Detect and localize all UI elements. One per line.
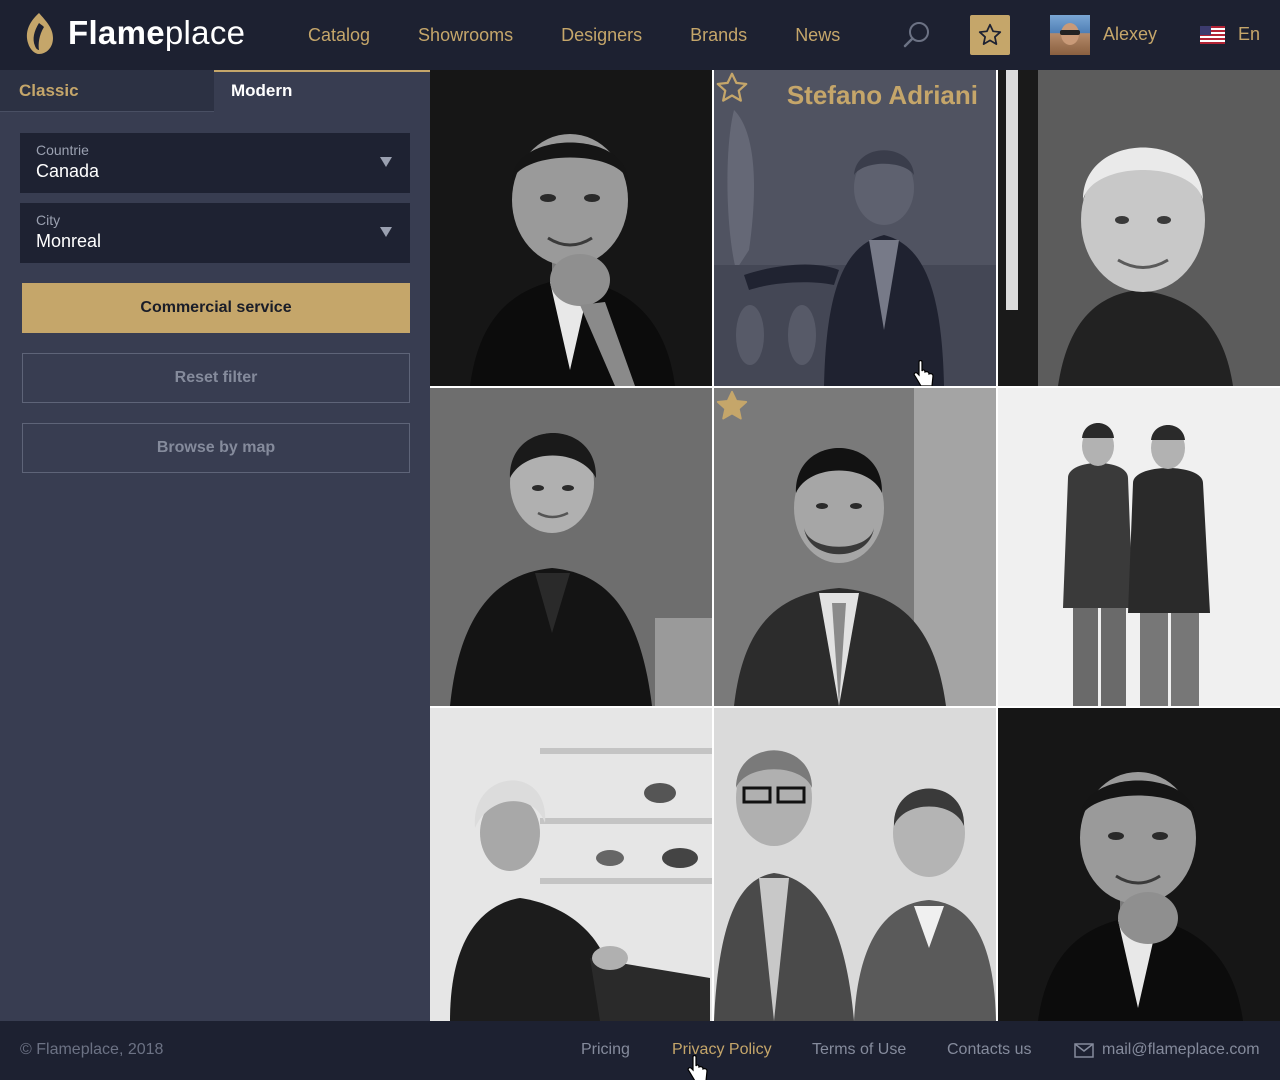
mail-icon: [1074, 1042, 1094, 1058]
footer-email-label: mail@flameplace.com: [1102, 1041, 1260, 1058]
country-select-label: Countrie: [36, 142, 89, 158]
designer-card[interactable]: [430, 70, 712, 386]
designer-card[interactable]: [714, 388, 996, 706]
reset-filter-button[interactable]: Reset filter: [22, 353, 410, 403]
star-outline-icon[interactable]: [714, 70, 750, 106]
city-select-label: City: [36, 212, 61, 228]
commercial-service-button[interactable]: Commercial service: [22, 283, 410, 333]
nav-catalog[interactable]: Catalog: [308, 24, 370, 46]
avatar[interactable]: [1050, 15, 1090, 55]
logo-text: Flameplace: [68, 14, 245, 52]
hover-overlay: [714, 70, 996, 386]
nav-designers[interactable]: Designers: [561, 24, 642, 46]
favorites-button[interactable]: [970, 15, 1010, 55]
hand-cursor-icon: [913, 360, 934, 386]
designer-photo: [714, 388, 996, 706]
designer-photo: [430, 388, 712, 706]
avatar-glasses: [1060, 30, 1080, 35]
logo-text-bold: Flame: [68, 14, 165, 51]
search-icon[interactable]: [902, 20, 932, 50]
nav-news[interactable]: News: [795, 24, 840, 46]
designer-name: Stefano Adriani: [786, 80, 978, 110]
user-name[interactable]: Alexey: [1103, 24, 1157, 45]
top-header: Flameplace Catalog Showrooms Designers B…: [0, 0, 1280, 70]
tab-modern-label: Modern: [231, 81, 293, 100]
designer-card[interactable]: [430, 388, 712, 706]
designer-grid: Stefano Adriani: [430, 70, 1280, 1021]
us-flag-icon: [1200, 25, 1225, 44]
logo-text-light: place: [164, 14, 246, 51]
city-select[interactable]: City Monreal: [20, 203, 410, 263]
designer-card[interactable]: [714, 708, 996, 1021]
country-select[interactable]: Countrie Canada: [20, 133, 410, 193]
hand-cursor-icon: [687, 1055, 708, 1080]
footer-email[interactable]: mail@flameplace.com: [1074, 1041, 1260, 1059]
logo[interactable]: Flameplace: [22, 10, 245, 56]
designer-photo: [998, 388, 1280, 706]
designer-photo: [998, 708, 1280, 1021]
filter-sidebar: Classic Modern Countrie Canada City Monr…: [0, 70, 430, 1021]
designer-card[interactable]: [998, 388, 1280, 706]
footer-link-pricing[interactable]: Pricing: [581, 1041, 630, 1059]
tab-classic[interactable]: Classic: [0, 70, 214, 112]
designer-photo: [714, 708, 996, 1021]
site-footer: © Flameplace, 2018 Pricing Privacy Polic…: [0, 1021, 1280, 1080]
flame-logo-icon: [26, 13, 53, 54]
copyright: © Flameplace, 2018: [20, 1041, 164, 1058]
tab-classic-label: Classic: [19, 81, 79, 100]
chevron-down-icon: [380, 157, 392, 167]
star-icon: [978, 23, 1002, 45]
language-switcher[interactable]: En: [1200, 24, 1260, 45]
footer-link-terms[interactable]: Terms of Use: [812, 1041, 906, 1059]
designer-card[interactable]: [430, 708, 712, 1021]
city-select-value: Monreal: [36, 231, 102, 251]
tab-modern[interactable]: Modern: [214, 70, 430, 112]
designer-card[interactable]: [998, 708, 1280, 1021]
designer-photo: [998, 70, 1280, 386]
browse-by-map-button[interactable]: Browse by map: [22, 423, 410, 473]
language-label: En: [1238, 24, 1261, 44]
designer-photo: [430, 70, 712, 386]
nav-showrooms[interactable]: Showrooms: [418, 24, 513, 46]
designer-photo: [430, 708, 712, 1021]
nav-brands[interactable]: Brands: [690, 24, 747, 46]
main-nav: Catalog Showrooms Designers Brands News: [308, 24, 888, 46]
designer-card[interactable]: Stefano Adriani: [714, 70, 996, 386]
star-filled-icon[interactable]: [714, 388, 750, 424]
country-select-value: Canada: [36, 161, 100, 181]
chevron-down-icon: [380, 227, 392, 237]
style-tabs: Classic Modern: [0, 70, 430, 112]
designer-card[interactable]: [998, 70, 1280, 386]
footer-link-contacts[interactable]: Contacts us: [947, 1041, 1031, 1059]
